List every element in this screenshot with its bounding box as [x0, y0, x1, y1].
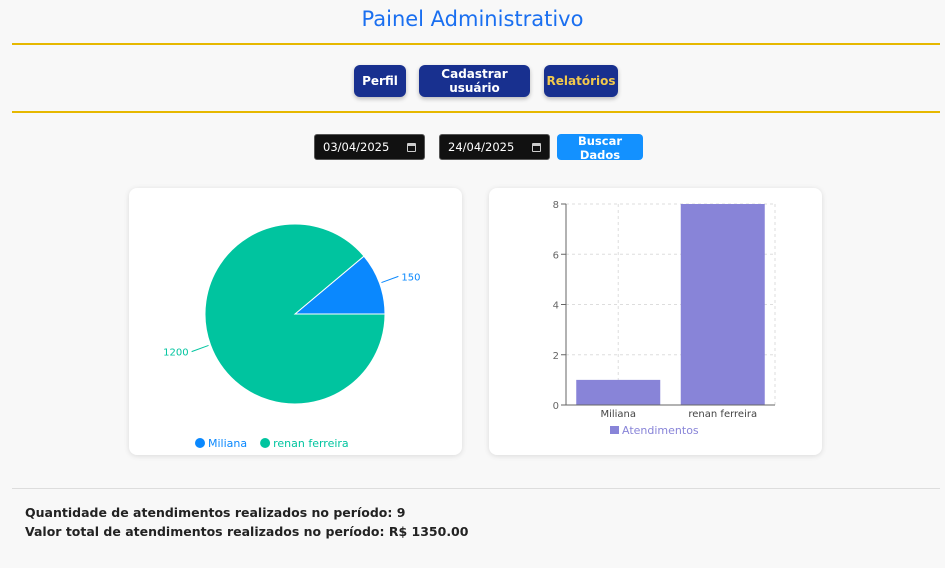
bar-chart-card: 0 2 4 6 8 Miliana renan ferreira Atendimentos: [489, 188, 822, 455]
pie-slice-renan-ferreira: [204, 223, 386, 405]
count-summary: Quantidade de atendimentos realizados no…: [25, 505, 406, 520]
start-date-value: 03/04/2025: [323, 140, 390, 154]
x-tick-label: Miliana: [600, 409, 636, 420]
divider: [12, 111, 940, 113]
end-date-input[interactable]: 24/04/2025: [439, 134, 550, 160]
legend-marker-icon: [195, 438, 205, 448]
legend-item: Atendimentos: [622, 424, 699, 437]
legend-item: renan ferreira: [273, 437, 349, 450]
page-title: Painel Administrativo: [361, 7, 584, 31]
divider: [12, 43, 940, 45]
relatorios-button[interactable]: Relatórios: [544, 65, 618, 97]
calendar-icon[interactable]: [407, 142, 416, 152]
cadastrar-usuario-button[interactable]: Cadastrar usuário: [419, 65, 530, 97]
y-tick-label: 2: [553, 351, 559, 362]
bar-chart: 0 2 4 6 8 Miliana renan ferreira Atendimentos: [553, 200, 776, 437]
x-tick-label: renan ferreira: [688, 409, 757, 420]
bar-renan-ferreira: [680, 204, 765, 405]
pie-chart: 150 1200 Miliana renan ferreira: [163, 223, 420, 450]
legend-item: Miliana: [208, 437, 247, 450]
divider: [12, 488, 940, 489]
y-tick-label: 4: [553, 301, 559, 312]
y-tick-label: 8: [553, 200, 559, 211]
end-date-value: 24/04/2025: [448, 140, 515, 154]
perfil-button[interactable]: Perfil: [354, 65, 406, 97]
bar-miliana: [576, 379, 661, 405]
pie-data-label: 1200: [163, 348, 188, 359]
y-tick-label: 6: [553, 250, 559, 261]
legend-marker-icon: [260, 438, 271, 448]
pie-label-line: [191, 344, 209, 353]
pie-chart-card: 150 1200 Miliana renan ferreira: [129, 188, 462, 455]
y-tick-label: 0: [553, 401, 559, 412]
legend-marker-icon: [610, 426, 619, 434]
total-summary: Valor total de atendimentos realizados n…: [25, 524, 469, 539]
pie-data-label: 150: [401, 272, 420, 283]
calendar-icon[interactable]: [532, 142, 541, 152]
start-date-input[interactable]: 03/04/2025: [314, 134, 425, 160]
pie-label-line: [381, 275, 399, 284]
buscar-dados-button[interactable]: Buscar Dados: [557, 134, 643, 162]
